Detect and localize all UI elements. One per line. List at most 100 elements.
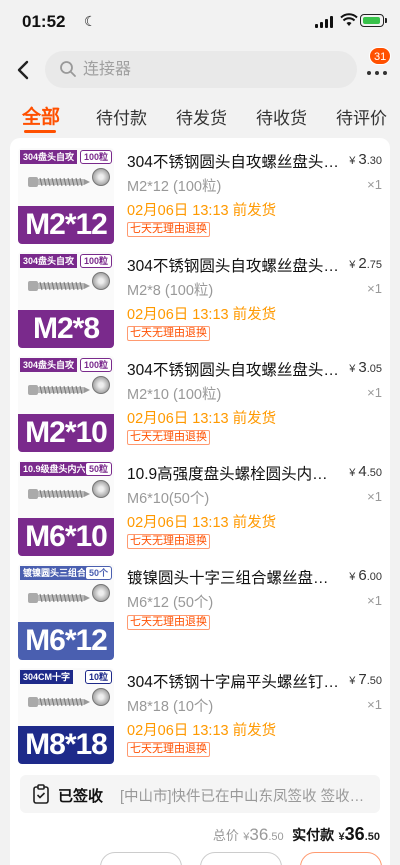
screw-icon	[28, 281, 90, 291]
screw-icon	[28, 489, 90, 499]
product-thumbnail[interactable]: 304盘头自攻 100粒 M2*10	[18, 356, 114, 452]
back-arrow-icon[interactable]	[14, 58, 34, 82]
active-tab-indicator	[24, 130, 56, 133]
screw-icon	[28, 697, 90, 707]
screw-icon	[28, 177, 90, 187]
product-price: ¥4.50	[349, 463, 382, 480]
product-sku: M2*10 (100粒)	[127, 387, 222, 403]
product-price: ¥7.50	[349, 671, 382, 688]
product-quantity: ×1	[367, 593, 382, 608]
product-sku: M6*10(50个)	[127, 491, 210, 507]
logistics-status[interactable]: 已签收 [中山市]快件已在中山东凤签收 签收人：本人签收	[20, 775, 380, 813]
search-header: 31	[0, 46, 400, 96]
screw-head-icon	[92, 688, 110, 706]
clock: 01:52	[22, 12, 66, 31]
shipping-deadline: 02月06日 13:13 前发货	[127, 203, 277, 219]
return-policy-tag: 七天无理由退换	[127, 222, 210, 237]
status-title: 已签收	[58, 788, 104, 805]
product-title[interactable]: 10.9高强度盘头螺栓圆头内六角螺丝	[127, 462, 342, 484]
tab-pending-payment[interactable]: 待付款	[96, 104, 147, 129]
product-thumbnail[interactable]: 304CM十字 10粒 M8*18	[18, 668, 114, 764]
tab-pending-review[interactable]: 待评价	[336, 104, 387, 129]
return-policy-tag: 七天无理由退换	[127, 534, 210, 549]
thumbnail-spec: M2*12	[18, 206, 114, 244]
shipping-deadline: 02月06日 13:13 前发货	[127, 515, 277, 531]
return-policy-tag: 七天无理由退换	[127, 430, 210, 445]
screw-head-icon	[92, 272, 110, 290]
thumbnail-spec: M6*10	[18, 518, 114, 556]
shipping-deadline: 02月06日 13:13 前发货	[127, 411, 277, 427]
thumbnail-label: 304盘头自攻	[20, 150, 78, 164]
product-thumbnail[interactable]: 304盘头自攻 100粒 M2*12	[18, 148, 114, 244]
thumbnail-label: 镀镍圆头三组合	[20, 566, 90, 580]
shipping-deadline: 02月06日 13:13 前发货	[127, 723, 277, 739]
action-buttons	[0, 852, 400, 865]
order-item[interactable]: 304CM十字 10粒 M8*18 304不锈钢十字扁平头螺丝钉大扁头 ¥7.50 M8*…	[10, 658, 390, 764]
order-item[interactable]: 镀镍圆头三组合 50个 M6*12 镀镍圆头十字三组合螺丝盘头螺钉 ¥6.00 M6*12…	[10, 554, 390, 660]
return-policy-tag: 七天无理由退换	[127, 742, 210, 757]
thumbnail-spec: M6*12	[18, 622, 114, 660]
return-policy-tag: 七天无理由退换	[127, 615, 210, 630]
product-price: ¥3.05	[349, 359, 382, 376]
thumbnail-label: 304盘头自攻	[20, 254, 78, 268]
thumbnail-spec: M2*8	[18, 310, 114, 348]
tab-pending-receipt[interactable]: 待收货	[256, 104, 307, 129]
product-thumbnail[interactable]: 镀镍圆头三组合 50个 M6*12	[18, 564, 114, 660]
product-price: ¥3.30	[349, 151, 382, 168]
total-price-value: 36	[249, 825, 269, 844]
thumbnail-count: 100粒	[79, 358, 112, 372]
product-thumbnail[interactable]: 304盘头自攻 100粒 M2*8	[18, 252, 114, 348]
screw-head-icon	[92, 480, 110, 498]
order-item[interactable]: 304盘头自攻100粒 M2*12 304不锈钢圆头自攻螺丝盘头十字小螺钉 ¥3.30…	[10, 138, 390, 244]
order-item[interactable]: 304盘头自攻100粒 M2*8 304不锈钢圆头自攻螺丝盘头十字小螺钉 ¥2.75 M…	[10, 242, 390, 348]
thumbnail-count: 100粒	[79, 254, 112, 268]
product-price: ¥6.00	[349, 567, 382, 584]
tab-all[interactable]: 全部	[22, 102, 60, 129]
paid-amount-value: 36	[344, 824, 365, 844]
product-title[interactable]: 304不锈钢圆头自攻螺丝盘头十字小螺钉	[127, 358, 342, 380]
thumbnail-count: 10粒	[84, 670, 112, 684]
product-title[interactable]: 镀镍圆头十字三组合螺丝盘头螺钉	[127, 566, 342, 588]
order-item[interactable]: 10.9级盘头内六角50粒M6*1010.9高强度盘头螺栓圆头内六角螺丝¥4.5…	[10, 450, 390, 556]
order-tabs: 全部 待付款 待发货 待收货 待评价	[0, 96, 400, 138]
status-description: [中山市]快件已在中山东凤签收 签收人：本人签收	[120, 789, 370, 805]
message-count-badge: 31	[369, 47, 392, 65]
product-sku: M8*18 (10个)	[127, 699, 214, 715]
search-input[interactable]	[83, 51, 343, 88]
wifi-icon	[340, 13, 358, 26]
product-quantity: ×1	[367, 177, 382, 192]
thumbnail-label: 304CM十字	[20, 670, 74, 684]
product-title[interactable]: 304不锈钢十字扁平头螺丝钉大扁头	[127, 670, 342, 692]
screw-head-icon	[92, 376, 110, 394]
tab-pending-shipment[interactable]: 待发货	[176, 104, 227, 129]
shipping-deadline: 02月06日 13:13 前发货	[127, 307, 277, 323]
product-title[interactable]: 304不锈钢圆头自攻螺丝盘头十字小螺钉	[127, 254, 342, 276]
product-title[interactable]: 304不锈钢圆头自攻螺丝盘头十字小螺钉	[127, 150, 342, 172]
return-policy-tag: 七天无理由退换	[127, 326, 210, 341]
action-button[interactable]	[200, 852, 282, 865]
battery-icon	[360, 14, 384, 27]
order-card: 304盘头自攻100粒M2*12304不锈钢圆头自攻螺丝盘头十字小螺钉¥3.30…	[10, 138, 390, 865]
product-quantity: ×1	[367, 697, 382, 712]
total-price-label: 总价	[212, 828, 239, 843]
order-totals: 总价 ¥36.50 实付款 ¥36.50	[212, 824, 380, 844]
paid-amount-label: 实付款	[292, 827, 335, 843]
package-check-icon	[33, 784, 49, 804]
thumbnail-label: 304盘头自攻	[20, 358, 78, 372]
status-bar: 01:52 ☾	[0, 0, 400, 46]
product-quantity: ×1	[367, 489, 382, 504]
moon-icon: ☾	[84, 13, 97, 29]
screw-icon	[28, 593, 90, 603]
product-thumbnail[interactable]: 10.9级盘头内六角 50粒 M6*10	[18, 460, 114, 556]
product-sku: M2*8 (100粒)	[127, 283, 214, 299]
product-quantity: ×1	[367, 281, 382, 296]
screw-icon	[28, 385, 90, 395]
order-item[interactable]: 304盘头自攻100粒 M2*10 304不锈钢圆头自攻螺丝盘头十字小螺钉 ¥3.05…	[10, 346, 390, 452]
thumbnail-count: 50粒	[84, 462, 112, 476]
search-bar[interactable]	[45, 51, 357, 88]
action-button[interactable]	[300, 852, 382, 865]
product-quantity: ×1	[367, 385, 382, 400]
thumbnail-spec: M2*10	[18, 414, 114, 452]
search-icon	[60, 61, 76, 77]
action-button[interactable]	[100, 852, 182, 865]
